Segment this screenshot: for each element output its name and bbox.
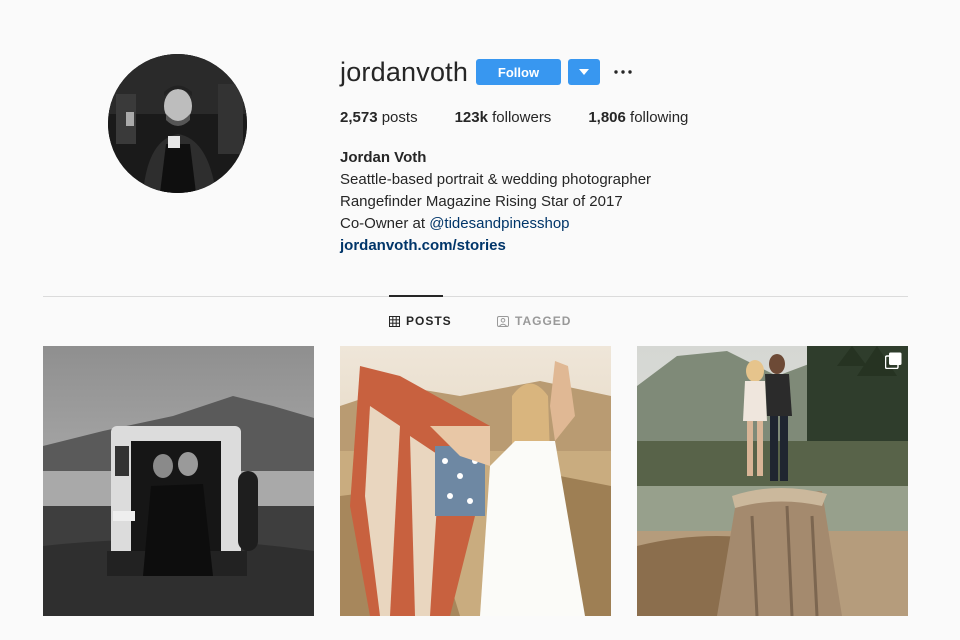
post-thumbnail[interactable] — [43, 346, 314, 616]
stat-followers[interactable]: 123k followers — [455, 109, 552, 126]
stat-posts: 2,573 posts — [340, 109, 418, 126]
tab-label: TAGGED — [515, 314, 572, 328]
post-thumbnail[interactable] — [340, 346, 611, 616]
tab-posts[interactable]: POSTS — [389, 314, 452, 328]
more-options-button[interactable] — [612, 62, 634, 82]
bio-line: Rangefinder Magazine Rising Star of 2017 — [340, 193, 623, 210]
profile-full-name: Jordan Voth — [340, 149, 427, 166]
suggestions-dropdown-button[interactable] — [568, 59, 600, 85]
bio-mention-link[interactable]: @tidesandpinesshop — [429, 215, 569, 232]
chevron-down-icon — [579, 69, 589, 75]
bio-line: Seattle-based portrait & wedding photogr… — [340, 171, 652, 188]
stat-label: followers — [492, 109, 552, 126]
bio-text: Co-Owner at — [340, 215, 430, 232]
tab-tagged[interactable]: TAGGED — [497, 314, 571, 328]
grid-icon — [389, 315, 400, 327]
stat-label: following — [630, 109, 689, 126]
stat-following[interactable]: 1,806 following — [588, 109, 688, 126]
profile-stats: 2,573 posts 123k followers 1,806 followi… — [340, 109, 725, 126]
profile-username: jordanvoth — [340, 57, 469, 87]
post-thumbnail[interactable] — [637, 346, 908, 616]
tab-label: POSTS — [406, 314, 452, 328]
stat-value: 1,806 — [588, 109, 626, 126]
active-tab-indicator — [389, 295, 443, 297]
stat-value: 123k — [454, 109, 488, 126]
profile-avatar[interactable] — [108, 54, 247, 193]
stat-value: 2,573 — [340, 109, 378, 126]
stat-label: posts — [381, 109, 418, 126]
tabs-divider — [43, 296, 908, 297]
bio-line: Co-Owner at @tidesandpinesshop — [340, 213, 651, 235]
profile-bio: Jordan Voth Seattle-based portrait & wed… — [340, 147, 651, 257]
tag-icon — [497, 315, 509, 327]
multiple-posts-icon — [885, 352, 902, 369]
profile-website-link[interactable]: jordanvoth.com/stories — [340, 235, 651, 257]
ellipsis-icon — [614, 70, 632, 74]
follow-button[interactable]: Follow — [476, 59, 561, 85]
